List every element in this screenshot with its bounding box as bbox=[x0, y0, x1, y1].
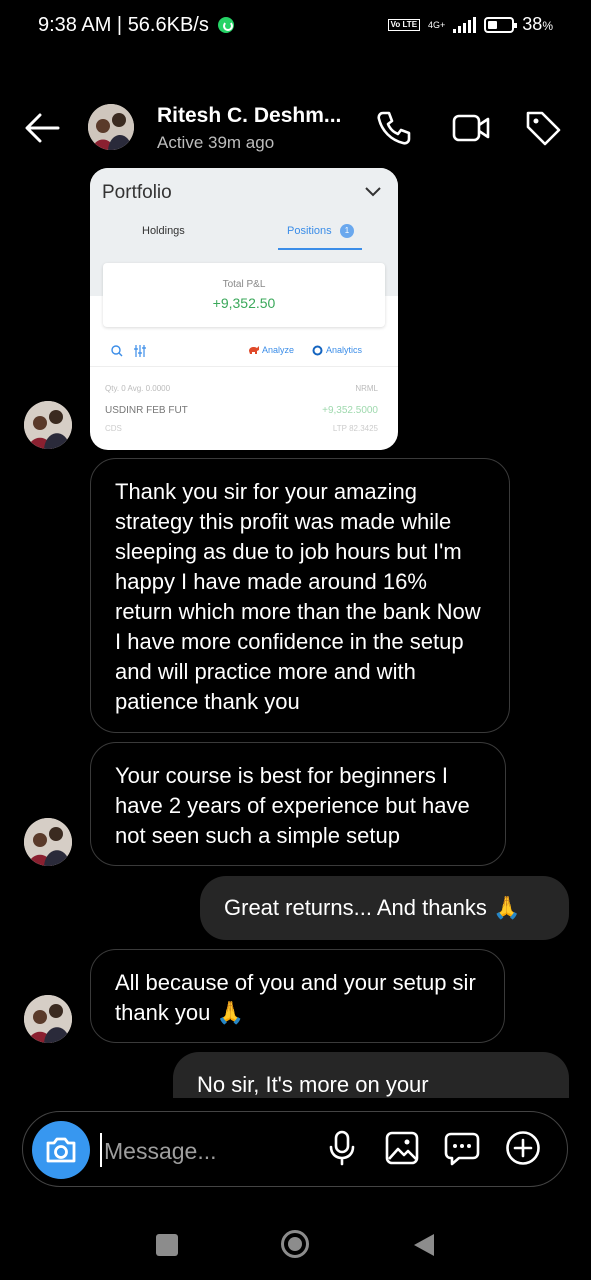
camera-icon bbox=[46, 1137, 76, 1163]
text-cursor bbox=[100, 1133, 102, 1167]
portfolio-title: Portfolio bbox=[102, 182, 172, 203]
status-time-speed: 9:38 AM | 56.6KB/s bbox=[38, 14, 209, 36]
tab-holdings: Holdings bbox=[142, 225, 185, 237]
back-arrow-icon[interactable] bbox=[22, 108, 62, 148]
video-camera-icon[interactable] bbox=[451, 108, 491, 148]
contact-avatar[interactable] bbox=[88, 104, 134, 150]
tab-positions: Positions bbox=[287, 225, 332, 237]
network-type: 4G+ bbox=[428, 19, 446, 30]
positions-count-badge: 1 bbox=[340, 224, 354, 238]
plus-circle-icon[interactable] bbox=[504, 1129, 542, 1167]
message-bubble-outgoing[interactable]: No sir, It's more on your bbox=[173, 1052, 569, 1098]
analyze-link: Analyze bbox=[262, 345, 295, 355]
message-bubble-incoming[interactable]: Your course is best for beginners I have… bbox=[90, 742, 506, 866]
recent-apps-button[interactable] bbox=[156, 1234, 178, 1256]
signal-icon bbox=[453, 16, 477, 33]
position-product: NRML bbox=[355, 384, 378, 393]
nav-back-button[interactable] bbox=[412, 1232, 436, 1258]
message-clip: No sir, It's more on your bbox=[173, 1052, 569, 1098]
tag-icon[interactable] bbox=[523, 108, 563, 148]
position-exchange: CDS bbox=[105, 424, 122, 433]
image-icon[interactable] bbox=[383, 1129, 421, 1167]
status-bar-time: 9:38 AM | 56.6KB/s bbox=[38, 14, 235, 37]
card-divider bbox=[90, 366, 398, 367]
analytics-link: Analytics bbox=[326, 345, 363, 355]
position-ltp: LTP 82.3425 bbox=[332, 424, 378, 433]
analytics-icon bbox=[312, 345, 323, 356]
total-pnl-label: Total P&L bbox=[222, 279, 266, 290]
volte-badge: Vo LTE bbox=[387, 18, 421, 31]
home-button[interactable] bbox=[280, 1229, 310, 1259]
chat-bubble-icon[interactable] bbox=[443, 1129, 481, 1167]
battery-icon bbox=[484, 16, 518, 33]
message-bubble-outgoing[interactable]: Great returns... And thanks 🙏 bbox=[200, 876, 569, 940]
position-pnl: +9,352.5000 bbox=[322, 405, 378, 416]
status-bar-right: Vo LTE 4G+ 38% bbox=[387, 14, 553, 35]
battery-percent: 38% bbox=[522, 14, 553, 34]
total-pnl-box: Total P&L +9,352.50 bbox=[103, 263, 385, 327]
position-instrument: USDINR FEB FUT bbox=[105, 405, 188, 416]
sender-avatar[interactable] bbox=[24, 818, 72, 866]
whatsapp-notification-icon bbox=[218, 17, 235, 33]
camera-button[interactable] bbox=[32, 1121, 90, 1179]
sender-avatar[interactable] bbox=[24, 995, 72, 1043]
sender-avatar[interactable] bbox=[24, 401, 72, 449]
contact-name[interactable]: Ritesh C. Deshm... bbox=[157, 104, 341, 128]
portfolio-screenshot-card[interactable]: Portfolio Holdings Positions 1 Total P&L… bbox=[90, 168, 398, 450]
message-bubble-incoming[interactable]: All because of you and your setup sir th… bbox=[90, 949, 505, 1043]
chevron-down-icon bbox=[365, 187, 381, 197]
phone-icon[interactable] bbox=[374, 108, 414, 148]
bull-icon bbox=[249, 346, 259, 354]
search-filter-icons bbox=[111, 345, 146, 357]
microphone-icon[interactable] bbox=[323, 1129, 361, 1167]
total-pnl-value: +9,352.50 bbox=[212, 295, 276, 311]
message-bubble-incoming[interactable]: Thank you sir for your amazing strategy … bbox=[90, 458, 510, 733]
message-input[interactable] bbox=[104, 1134, 284, 1168]
position-qty-avg: Qty. 0 Avg. 0.0000 bbox=[105, 384, 171, 393]
active-status: Active 39m ago bbox=[157, 133, 275, 152]
tab-underline bbox=[278, 248, 362, 250]
